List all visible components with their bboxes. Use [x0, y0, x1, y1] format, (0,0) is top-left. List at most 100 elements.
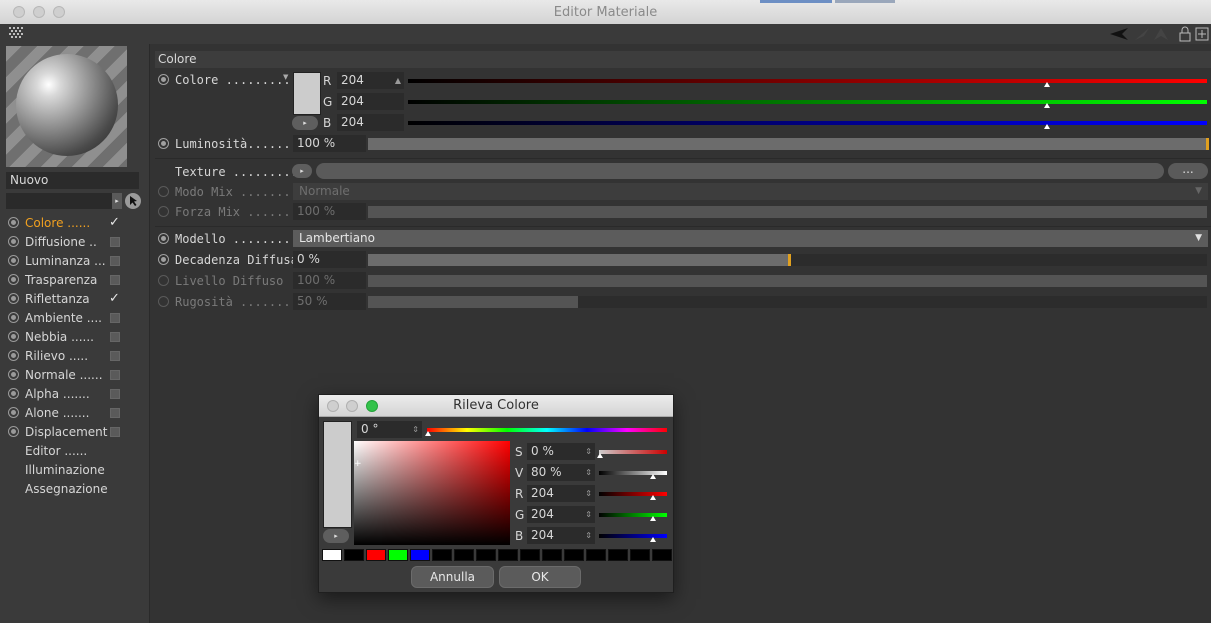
extra-item[interactable]: Illuminazione [8, 461, 148, 480]
channel-checkbox[interactable] [110, 389, 120, 399]
grip-icon[interactable] [9, 27, 23, 41]
dlg-g-field[interactable]: 204 ⇕ [527, 506, 595, 523]
roughness-field[interactable]: 50 % [293, 293, 366, 310]
material-link-field[interactable] [6, 193, 112, 209]
r-field[interactable]: 204 ▲ [337, 72, 404, 89]
channel-checkbox[interactable] [110, 332, 120, 342]
channel-checkbox[interactable] [110, 351, 120, 361]
v-slider[interactable] [599, 471, 667, 475]
b-slider-handle[interactable] [1044, 124, 1051, 129]
extra-item[interactable]: Editor ...... [8, 442, 148, 461]
color-swatch-preset[interactable] [322, 549, 342, 561]
channel-checkbox[interactable] [110, 313, 120, 323]
channel-checkbox[interactable] [110, 370, 120, 380]
channel-radio[interactable] [8, 217, 19, 228]
new-panel-icon[interactable] [1195, 27, 1209, 41]
b-field[interactable]: 204 [337, 114, 404, 131]
channel-item[interactable]: Trasparenza [8, 271, 148, 290]
mixstrength-field[interactable]: 100 % [293, 203, 366, 220]
dialog-expand-button[interactable]: ▸ [323, 529, 349, 543]
channel-radio[interactable] [8, 293, 19, 304]
falloff-slider-handle[interactable] [788, 254, 791, 266]
channel-checkbox[interactable] [110, 275, 120, 285]
color-swatch-preset[interactable] [344, 549, 364, 561]
color-swatch[interactable] [293, 72, 321, 115]
s-slider[interactable] [599, 450, 667, 454]
pick-cursor-icon[interactable] [124, 192, 142, 210]
r-slider-handle[interactable] [1044, 82, 1051, 87]
channel-item[interactable]: Alone ....... [8, 404, 148, 423]
mixmode-dropdown[interactable]: Normale ▼ [293, 183, 1208, 200]
dlg-b-slider[interactable] [599, 534, 667, 538]
color-menu-icon[interactable]: ▼ [283, 73, 288, 81]
r-stepper-icon[interactable]: ▲ [395, 72, 401, 89]
sv-crosshair-icon[interactable]: + [354, 459, 362, 469]
channel-item[interactable]: Diffusione .. [8, 233, 148, 252]
channel-radio[interactable] [8, 331, 19, 342]
color-swatch-preset[interactable] [564, 549, 584, 561]
material-name-field[interactable]: Nuovo [6, 172, 139, 189]
channel-radio[interactable] [8, 350, 19, 361]
v-slider-handle[interactable] [650, 474, 656, 479]
extra-item[interactable]: Assegnazione [8, 480, 148, 499]
color-swatch-preset[interactable] [520, 549, 540, 561]
s-slider-handle[interactable] [597, 453, 603, 458]
color-swatch-preset[interactable] [388, 549, 408, 561]
mixstrength-slider[interactable] [368, 206, 1207, 218]
hue-field[interactable]: 0 ° ⇕ [357, 421, 422, 438]
brightness-slider[interactable] [368, 138, 1207, 150]
dialog-close-button[interactable] [327, 400, 339, 412]
hue-slider-handle[interactable] [425, 431, 431, 436]
dlg-r-slider[interactable] [599, 492, 667, 496]
falloff-anim-radio[interactable] [158, 254, 169, 265]
dlg-g-slider-handle[interactable] [650, 516, 656, 521]
channel-radio[interactable] [8, 426, 19, 437]
ok-button[interactable]: OK [499, 566, 581, 588]
color-swatch-preset[interactable] [608, 549, 628, 561]
falloff-field[interactable]: 0 % [293, 251, 366, 268]
channel-radio[interactable] [8, 236, 19, 247]
color-swatch-preset[interactable] [454, 549, 474, 561]
texture-browse-button[interactable]: ... [1168, 163, 1208, 179]
texture-slot[interactable] [316, 163, 1164, 179]
channel-item[interactable]: Alpha ....... [8, 385, 148, 404]
color-expand-button[interactable]: ▸ [292, 116, 318, 130]
color-anim-radio[interactable] [158, 74, 169, 85]
color-swatch-preset[interactable] [410, 549, 430, 561]
channel-radio[interactable] [8, 274, 19, 285]
channel-checkbox[interactable] [110, 427, 120, 437]
expand-arrow-icon[interactable]: ▸ [112, 193, 122, 209]
dlg-r-field[interactable]: 204 ⇕ [527, 485, 595, 502]
forward-arrow-icon[interactable] [1133, 26, 1151, 42]
model-anim-radio[interactable] [158, 233, 169, 244]
v-field[interactable]: 80 % ⇕ [527, 464, 595, 481]
color-swatch-preset[interactable] [476, 549, 496, 561]
channel-radio[interactable] [8, 255, 19, 266]
g-slider-handle[interactable] [1044, 103, 1051, 108]
channel-checkbox[interactable] [110, 256, 120, 266]
b-slider[interactable] [408, 121, 1207, 125]
channel-item[interactable]: Luminanza ... [8, 252, 148, 271]
dlg-r-slider-handle[interactable] [650, 495, 656, 500]
brightness-slider-handle[interactable] [1206, 138, 1209, 150]
hue-slider[interactable] [427, 428, 667, 432]
material-preview[interactable] [6, 46, 127, 167]
check-icon[interactable]: ✓ [109, 289, 120, 308]
channel-item[interactable]: Colore ...... ✓ [8, 214, 148, 233]
g-field[interactable]: 204 [337, 93, 404, 110]
cancel-button[interactable]: Annulla [411, 566, 494, 588]
color-swatch-preset[interactable] [652, 549, 672, 561]
channel-radio[interactable] [8, 369, 19, 380]
g-slider[interactable] [408, 100, 1207, 104]
color-swatch-preset[interactable] [630, 549, 650, 561]
saturation-value-field[interactable] [354, 441, 510, 545]
r-slider[interactable] [408, 79, 1207, 83]
channel-checkbox[interactable] [110, 237, 120, 247]
dialog-zoom-button[interactable] [366, 400, 378, 412]
brightness-field[interactable]: 100 % [293, 135, 366, 152]
color-swatch-preset[interactable] [432, 549, 452, 561]
channel-item[interactable]: Rilievo ..... [8, 347, 148, 366]
lock-icon[interactable] [1178, 26, 1192, 42]
back-arrow-icon[interactable] [1108, 26, 1130, 42]
hue-stepper-icon[interactable]: ⇕ [412, 421, 419, 438]
